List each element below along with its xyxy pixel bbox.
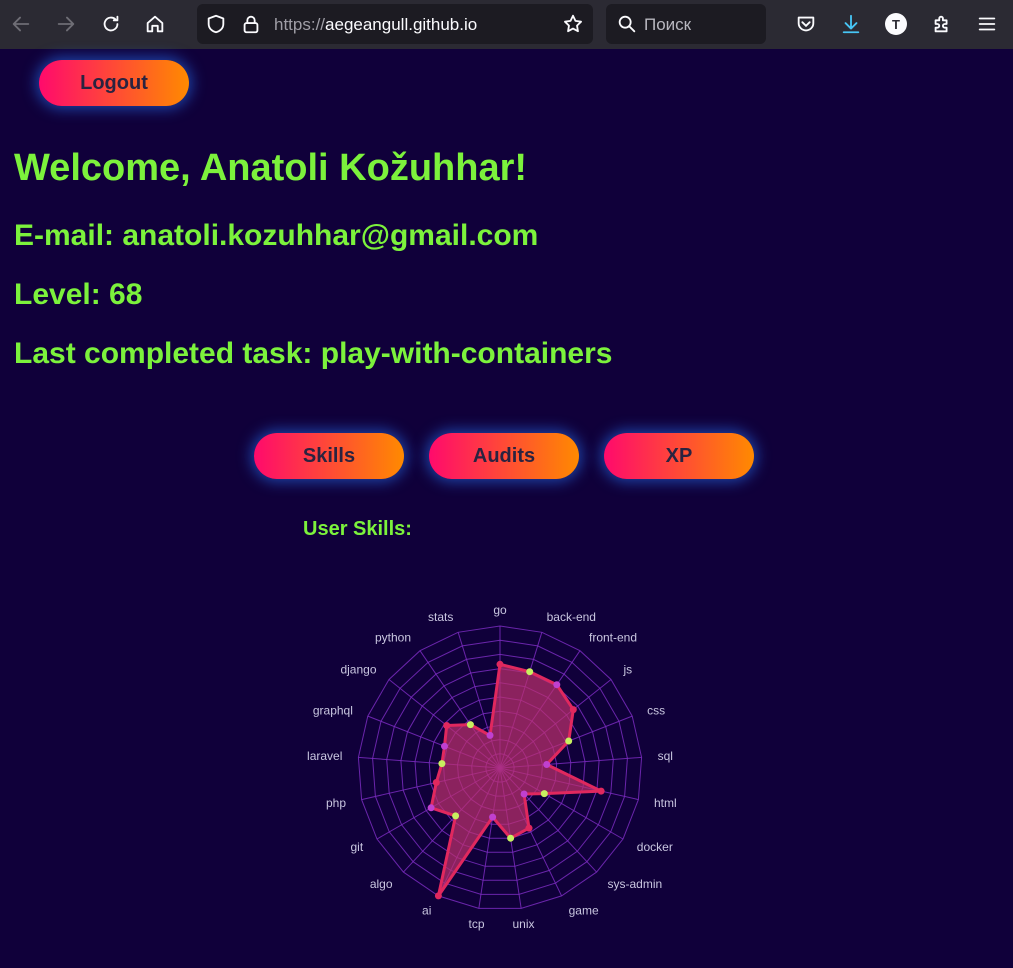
radar-label-tcp: tcp bbox=[468, 917, 484, 931]
radar-point-stats[interactable] bbox=[486, 731, 494, 739]
radar-label-js: js bbox=[623, 663, 633, 677]
url-scheme: https:// bbox=[274, 15, 326, 34]
radar-point-graphql[interactable] bbox=[441, 742, 448, 750]
reload-button[interactable] bbox=[96, 9, 126, 39]
radar-point-js[interactable] bbox=[569, 706, 577, 714]
radar-label-html: html bbox=[654, 796, 677, 810]
level-text: Level: 68 bbox=[14, 278, 143, 311]
logout-button[interactable]: Logout bbox=[39, 60, 189, 106]
home-button[interactable] bbox=[140, 9, 170, 39]
page-content: Logout Welcome, Anatoli Kožuhhar! E-mail… bbox=[0, 49, 1013, 968]
radar-point-game[interactable] bbox=[525, 824, 533, 832]
account-avatar[interactable]: T bbox=[885, 13, 907, 35]
radar-label-sys-admin: sys-admin bbox=[608, 877, 663, 891]
skills-heading: User Skills: bbox=[303, 518, 412, 540]
radar-label-front-end: front-end bbox=[589, 631, 637, 645]
radar-label-css: css bbox=[647, 703, 665, 717]
shield-icon[interactable] bbox=[205, 13, 227, 35]
radar-point-django[interactable] bbox=[443, 722, 451, 729]
bookmark-star-icon[interactable] bbox=[562, 13, 584, 35]
radar-point-unix[interactable] bbox=[507, 834, 515, 842]
radar-point-ai[interactable] bbox=[434, 892, 442, 900]
forward-button[interactable] bbox=[51, 9, 81, 39]
url-text: https://aegeangull.github.io bbox=[274, 15, 477, 35]
radar-point-python[interactable] bbox=[466, 721, 474, 729]
radar-label-docker: docker bbox=[637, 840, 673, 854]
reload-icon bbox=[103, 15, 119, 32]
xp-tab-button[interactable]: XP bbox=[604, 433, 754, 479]
radar-point-sys-admin[interactable] bbox=[520, 790, 528, 798]
radar-point-laravel[interactable] bbox=[438, 760, 446, 768]
welcome-heading: Welcome, Anatoli Kožuhhar! bbox=[14, 147, 528, 189]
last-task-text: Last completed task: play-with-container… bbox=[14, 337, 613, 370]
download-icon[interactable] bbox=[840, 13, 862, 35]
radar-label-django: django bbox=[340, 663, 376, 677]
address-bar[interactable]: https://aegeangull.github.io bbox=[197, 4, 593, 44]
search-placeholder: Поиск bbox=[644, 15, 692, 34]
search-bar[interactable]: Поиск bbox=[606, 4, 766, 44]
radar-label-python: python bbox=[375, 631, 411, 645]
browser-toolbar: https://aegeangull.github.io Поиск T bbox=[0, 0, 1013, 49]
back-button[interactable] bbox=[6, 9, 36, 39]
radar-point-html[interactable] bbox=[597, 787, 605, 795]
radar-point-go[interactable] bbox=[496, 660, 504, 668]
email-text: E-mail: anatoli.kozuhhar@gmail.com bbox=[14, 219, 539, 252]
lock-icon[interactable] bbox=[240, 13, 262, 35]
radar-point-docker[interactable] bbox=[540, 790, 548, 798]
search-icon bbox=[616, 13, 638, 35]
radar-point-tcp[interactable] bbox=[489, 813, 497, 821]
arrow-right-icon bbox=[57, 16, 75, 32]
skills-tab-button[interactable]: Skills bbox=[254, 433, 404, 479]
radar-label-algo: algo bbox=[370, 877, 393, 891]
radar-label-go: go bbox=[493, 603, 507, 617]
url-host: aegeangull.github.io bbox=[325, 15, 478, 34]
account-initial: T bbox=[892, 16, 900, 32]
radar-label-php: php bbox=[326, 796, 346, 810]
radar-point-css[interactable] bbox=[565, 737, 573, 745]
extensions-puzzle-icon[interactable] bbox=[931, 13, 953, 35]
radar-point-php[interactable] bbox=[432, 779, 440, 786]
radar-skill-area bbox=[429, 662, 603, 898]
radar-label-git: git bbox=[351, 840, 364, 854]
arrow-left-icon bbox=[12, 16, 30, 32]
radar-point-sql[interactable] bbox=[543, 761, 551, 768]
radar-label-ai: ai bbox=[422, 903, 431, 917]
radar-label-graphql: graphql bbox=[313, 703, 353, 717]
radar-point-front-end[interactable] bbox=[553, 681, 561, 689]
pocket-icon[interactable] bbox=[795, 13, 817, 35]
radar-label-unix: unix bbox=[512, 917, 534, 931]
menu-hamburger-icon[interactable] bbox=[976, 13, 998, 35]
home-icon bbox=[146, 15, 164, 33]
radar-label-back-end: back-end bbox=[547, 610, 596, 624]
radar-point-algo[interactable] bbox=[452, 812, 460, 820]
audits-tab-button[interactable]: Audits bbox=[429, 433, 579, 479]
radar-label-laravel: laravel bbox=[307, 749, 342, 763]
radar-label-game: game bbox=[569, 903, 599, 917]
radar-label-sql: sql bbox=[658, 749, 673, 763]
radar-point-git[interactable] bbox=[427, 804, 435, 812]
radar-label-stats: stats bbox=[428, 610, 453, 624]
skills-radar-chart: go back-end front-end js css sql html docker sys… bbox=[307, 603, 677, 931]
radar-point-back-end[interactable] bbox=[526, 668, 534, 676]
